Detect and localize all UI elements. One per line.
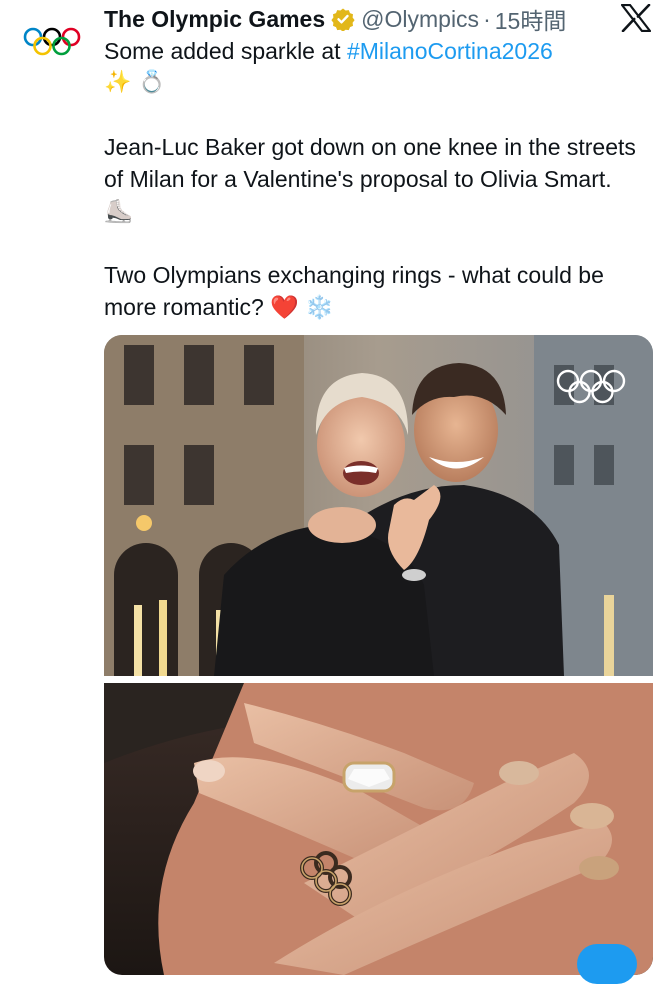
sparkle-ring-emoji: ✨ 💍 xyxy=(104,70,166,95)
tweet-paragraph-2: Jean-Luc Baker got down on one knee in t… xyxy=(104,134,636,224)
olympic-rings-avatar-icon[interactable] xyxy=(22,26,82,58)
compose-button[interactable] xyxy=(577,944,637,984)
tweet-text: Some added sparkle at #MilanoCortina2026… xyxy=(104,35,644,323)
tweet-intro-text: Some added sparkle at xyxy=(104,38,347,64)
tweet-paragraph-3: Two Olympians exchanging rings - what co… xyxy=(104,262,604,320)
separator-dot: · xyxy=(483,5,491,32)
rings-hands-photo-image[interactable] xyxy=(104,683,653,975)
x-logo-icon xyxy=(621,4,651,32)
olympic-rings-watermark-icon xyxy=(556,369,626,404)
timestamp[interactable]: 15時間 xyxy=(495,2,567,36)
author-handle[interactable]: @Olympics xyxy=(361,6,479,33)
hashtag-link[interactable]: #MilanoCortina2026 xyxy=(347,38,553,64)
tweet-header: The Olympic Games @Olympics · 15時間 xyxy=(104,2,664,36)
author-name[interactable]: The Olympic Games xyxy=(104,6,325,33)
tweet-line-1: Some added sparkle at #MilanoCortina2026 xyxy=(104,35,644,67)
verified-badge-icon xyxy=(331,8,355,31)
tweet-media[interactable] xyxy=(104,335,653,975)
